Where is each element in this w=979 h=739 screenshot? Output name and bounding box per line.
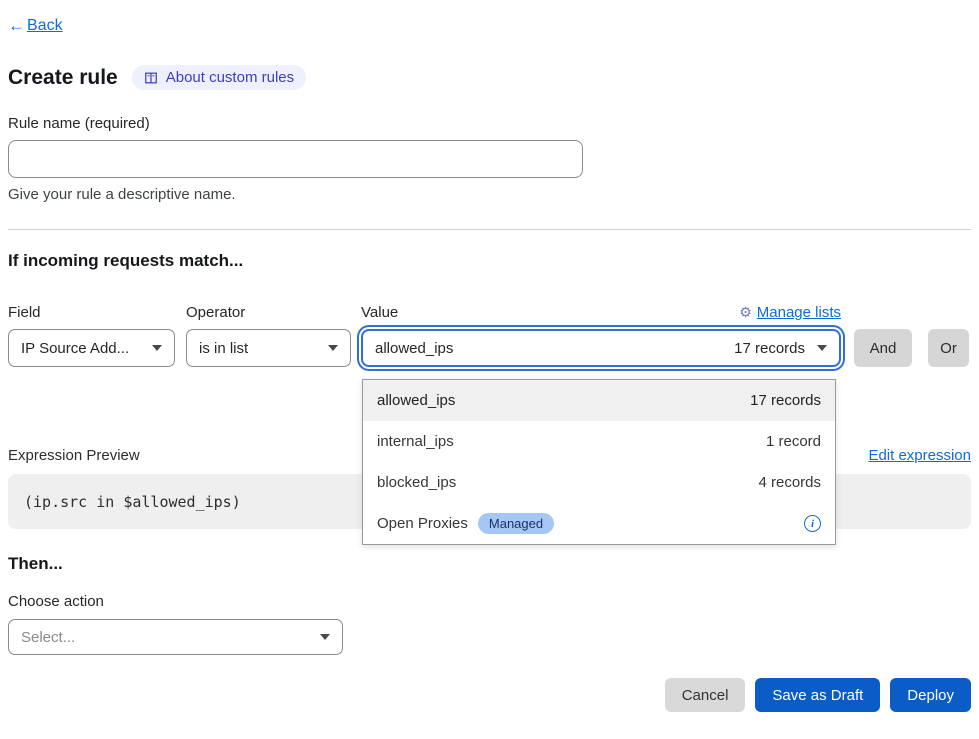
value-label: Value: [361, 304, 398, 321]
deploy-button[interactable]: Deploy: [890, 678, 971, 712]
about-custom-rules-link[interactable]: About custom rules: [132, 65, 306, 90]
and-button[interactable]: And: [854, 329, 912, 367]
condition-labels-row: Field Operator Value ⚙ Manage lists: [8, 304, 971, 321]
expression-preview-label: Expression Preview: [8, 447, 140, 464]
manage-lists-label: Manage lists: [757, 304, 841, 321]
list-item-open-proxies[interactable]: Open Proxies Managed i: [363, 503, 835, 544]
back-link[interactable]: ← Back: [8, 16, 63, 36]
field-select[interactable]: IP Source Add...: [8, 329, 175, 367]
list-item-records: 4 records: [758, 474, 821, 491]
value-select-records: 17 records: [734, 340, 805, 357]
action-select[interactable]: Select...: [8, 619, 343, 655]
list-item-name: internal_ips: [377, 433, 454, 450]
chevron-down-icon: [320, 634, 330, 640]
match-section-heading: If incoming requests match...: [8, 251, 971, 271]
about-badge-label: About custom rules: [166, 69, 294, 86]
list-item-internal-ips[interactable]: internal_ips 1 record: [363, 421, 835, 462]
list-item-blocked-ips[interactable]: blocked_ips 4 records: [363, 462, 835, 503]
list-item-name: allowed_ips: [377, 392, 455, 409]
gear-icon: ⚙: [739, 304, 752, 321]
chevron-down-icon: [328, 345, 338, 351]
operator-label: Operator: [186, 304, 351, 321]
list-item-records: 1 record: [766, 433, 821, 450]
operator-select-value: is in list: [199, 340, 248, 357]
title-row: Create rule About custom rules: [8, 65, 971, 90]
section-divider: [8, 229, 971, 230]
expression-code: (ip.src in $allowed_ips): [24, 493, 241, 511]
rule-name-label: Rule name (required): [8, 115, 971, 132]
operator-select[interactable]: is in list: [186, 329, 351, 367]
info-icon[interactable]: i: [804, 515, 821, 532]
field-select-value: IP Source Add...: [21, 340, 129, 357]
manage-lists-link[interactable]: ⚙ Manage lists: [739, 304, 841, 321]
book-icon: [144, 71, 158, 85]
or-button[interactable]: Or: [928, 329, 969, 367]
value-select[interactable]: allowed_ips 17 records: [361, 329, 841, 367]
page-title: Create rule: [8, 66, 118, 90]
value-dropdown-panel: allowed_ips 17 records internal_ips 1 re…: [362, 379, 836, 545]
managed-badge: Managed: [478, 513, 554, 534]
value-select-name: allowed_ips: [375, 340, 734, 357]
action-select-placeholder: Select...: [21, 629, 75, 646]
list-item-name: Open Proxies: [377, 515, 468, 532]
save-as-draft-button[interactable]: Save as Draft: [755, 678, 880, 712]
then-section-heading: Then...: [8, 554, 971, 574]
back-arrow-icon: ←: [8, 16, 25, 36]
edit-expression-link[interactable]: Edit expression: [868, 447, 971, 464]
choose-action-label: Choose action: [8, 593, 971, 610]
list-item-records: 17 records: [750, 392, 821, 409]
field-label: Field: [8, 304, 175, 321]
chevron-down-icon: [152, 345, 162, 351]
list-item-allowed-ips[interactable]: allowed_ips 17 records: [363, 380, 835, 421]
rule-name-helper: Give your rule a descriptive name.: [8, 186, 971, 203]
back-link-label: Back: [27, 17, 63, 35]
list-item-name: blocked_ips: [377, 474, 456, 491]
chevron-down-icon: [817, 345, 827, 351]
condition-selects-row: IP Source Add... is in list allowed_ips …: [8, 329, 971, 367]
cancel-button[interactable]: Cancel: [665, 678, 746, 712]
footer-actions: Cancel Save as Draft Deploy: [8, 678, 971, 712]
rule-name-input[interactable]: [8, 140, 583, 178]
create-rule-page: ← Back Create rule About custom rules Ru…: [0, 0, 979, 712]
